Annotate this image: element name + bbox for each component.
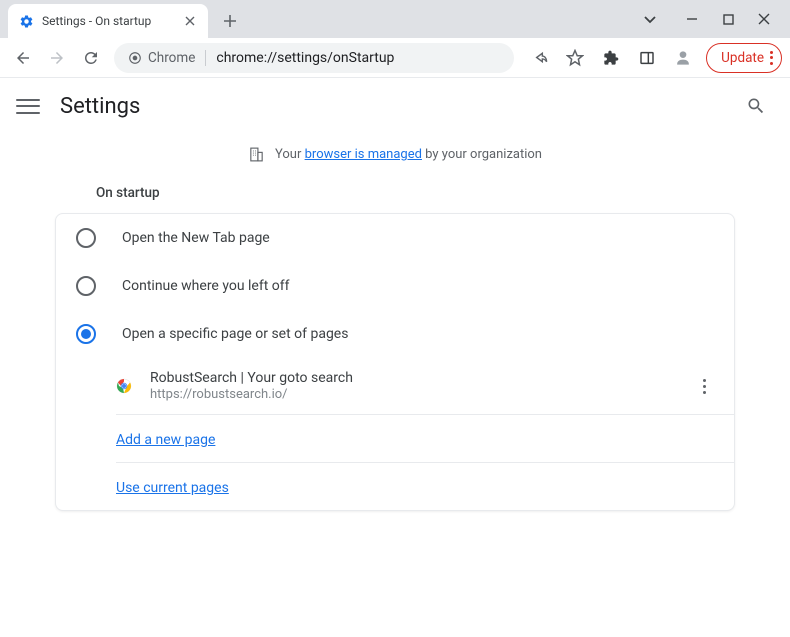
bookmark-icon[interactable] [562,45,588,71]
close-button[interactable] [756,11,772,27]
site-info-icon[interactable]: Chrome [128,50,195,66]
option-label: Open a specific page or set of pages [122,326,348,342]
side-panel-icon[interactable] [634,45,660,71]
update-label: Update [721,50,764,66]
forward-button[interactable] [42,43,72,73]
startup-card: Open the New Tab page Continue where you… [55,213,735,511]
managed-suffix: by your organization [422,147,542,162]
option-new-tab[interactable]: Open the New Tab page [56,214,734,262]
hamburger-menu-icon[interactable] [16,94,40,118]
page-info: RobustSearch | Your goto search https://… [150,370,677,402]
extensions-icon[interactable] [598,45,624,71]
use-current-link[interactable]: Use current pages [116,480,229,496]
building-icon [248,146,265,163]
gear-icon [18,13,34,29]
option-specific-pages[interactable]: Open a specific page or set of pages [56,310,734,358]
managed-link[interactable]: browser is managed [305,147,422,162]
page-url-text: https://robustsearch.io/ [150,387,677,402]
kebab-menu-icon[interactable] [695,371,714,402]
section-label: On startup [96,185,750,201]
omnibox[interactable]: Chrome chrome://settings/onStartup [114,43,514,73]
option-label: Open the New Tab page [122,230,270,246]
content: Your browser is managed by your organiza… [0,140,790,511]
settings-header: Settings [0,78,790,134]
chevron-down-icon[interactable] [642,11,658,27]
secure-label: Chrome [148,50,195,66]
favicon-icon [116,378,132,394]
window-controls [642,0,786,38]
option-continue[interactable]: Continue where you left off [56,262,734,310]
page-title-text: RobustSearch | Your goto search [150,370,677,386]
browser-tab[interactable]: Settings - On startup [8,4,208,38]
add-page-row: Add a new page [56,415,734,462]
radio-icon [76,228,96,248]
option-label: Continue where you left off [122,278,290,294]
reload-button[interactable] [76,43,106,73]
close-tab-icon[interactable] [182,13,198,29]
share-icon[interactable] [526,45,552,71]
url-text: chrome://settings/onStartup [216,50,394,66]
profile-icon[interactable] [670,45,696,71]
menu-icon [770,51,773,65]
radio-icon [76,324,96,344]
omnibox-divider [205,50,206,66]
use-current-row: Use current pages [56,463,734,510]
managed-prefix: Your [275,147,305,162]
tab-title: Settings - On startup [42,14,178,28]
maximize-button[interactable] [720,11,736,27]
add-page-link[interactable]: Add a new page [116,432,215,448]
back-button[interactable] [8,43,38,73]
toolbar: Chrome chrome://settings/onStartup Updat… [0,38,790,78]
minimize-button[interactable] [684,11,700,27]
radio-icon [76,276,96,296]
update-button[interactable]: Update [706,43,782,73]
managed-text: Your browser is managed by your organiza… [275,147,542,162]
new-tab-button[interactable] [216,7,244,35]
page-title: Settings [60,94,140,119]
titlebar: Settings - On startup [0,0,790,38]
managed-banner: Your browser is managed by your organiza… [40,140,750,177]
search-icon[interactable] [746,96,766,116]
startup-page-row: RobustSearch | Your goto search https://… [56,358,734,414]
